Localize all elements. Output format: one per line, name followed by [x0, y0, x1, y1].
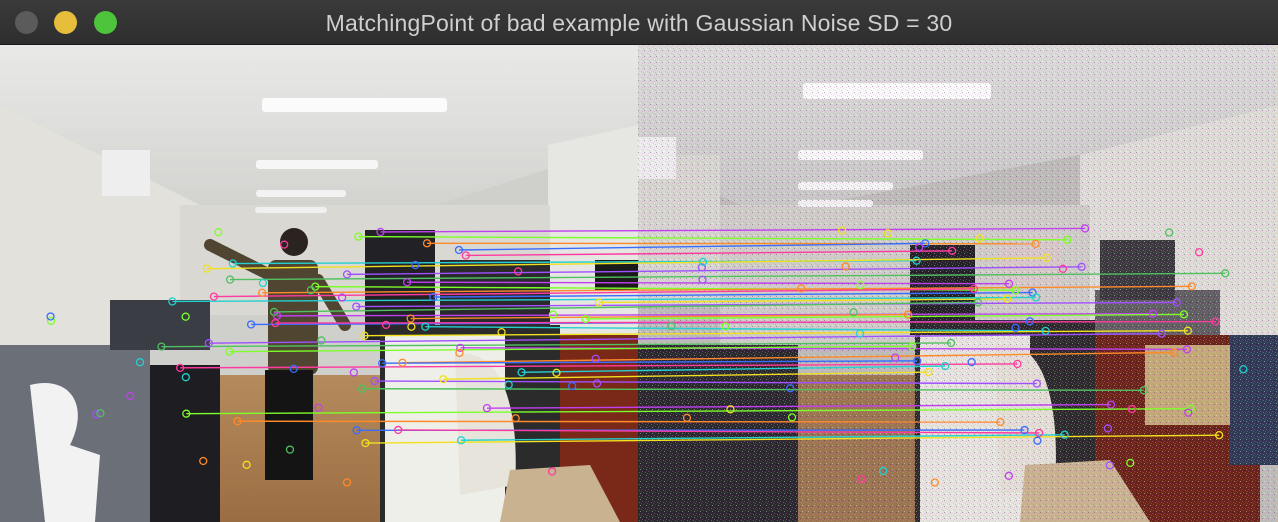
match-line — [427, 242, 1036, 245]
title-bar[interactable]: MatchingPoint of bad example with Gaussi… — [0, 0, 1278, 45]
matching-visualization — [0, 45, 1278, 522]
image-canvas — [0, 45, 1278, 522]
app-window: MatchingPoint of bad example with Gaussi… — [0, 0, 1278, 522]
left-image — [0, 45, 638, 522]
window-title: MatchingPoint of bad example with Gaussi… — [325, 10, 953, 36]
match-line — [237, 420, 1001, 423]
